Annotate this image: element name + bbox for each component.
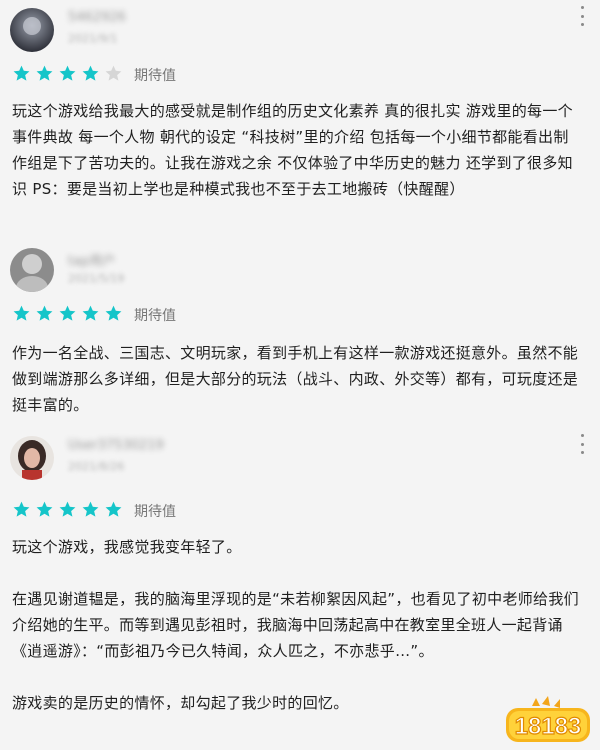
review-header: tap用户 2021/5/19 xyxy=(0,240,600,296)
avatar[interactable] xyxy=(10,436,54,480)
review-date: 2021/8/26 xyxy=(68,460,125,473)
star-filled-icon xyxy=(13,65,30,81)
rating-row: 期待值 xyxy=(0,298,600,334)
star-filled-icon xyxy=(13,305,30,321)
star-empty-icon xyxy=(105,65,122,81)
star-rating xyxy=(12,304,123,323)
star-filled-icon xyxy=(82,65,99,81)
review-paragraph: 玩这个游戏，我感觉我变年轻了。 xyxy=(12,538,242,556)
username[interactable]: User37530219 xyxy=(68,438,164,453)
review-paragraph: 作为一名全战、三国志、文明玩家，看到手机上有这样一款游戏还挺意外。虽然不能做到端… xyxy=(12,344,579,414)
star-rating xyxy=(12,64,123,83)
review-paragraph: 游戏卖的是历史的情怀，却勾起了我少时的回忆。 xyxy=(12,694,349,712)
avatar-image xyxy=(10,436,54,480)
star-filled-icon xyxy=(59,305,76,321)
username[interactable]: tap用户 xyxy=(68,250,115,269)
more-options-icon[interactable] xyxy=(578,6,586,26)
rating-label: 期待值 xyxy=(134,504,176,520)
review-content: 玩这个游戏，我感觉我变年轻了。 在遇见谢道韫是，我的脑海里浮现的是“未若柳絮因风… xyxy=(12,534,582,716)
star-filled-icon xyxy=(105,501,122,517)
review-card: tap用户 2021/5/19 期待值 作为一名全战、三国志、文明玩家，看到手机… xyxy=(0,240,600,418)
star-filled-icon xyxy=(36,65,53,81)
review-card: 5462926 2021/9/1 期待值 玩这个游戏给我最大的感受就是制作组的历… xyxy=(0,0,600,202)
review-paragraph: 在遇见谢道韫是，我的脑海里浮现的是“未若柳絮因风起”，也看见了初中老师给我们介绍… xyxy=(12,590,579,660)
avatar[interactable] xyxy=(10,8,54,52)
avatar[interactable] xyxy=(10,248,54,292)
star-filled-icon xyxy=(59,65,76,81)
username[interactable]: 5462926 xyxy=(68,10,126,25)
review-content: 作为一名全战、三国志、文明玩家，看到手机上有这样一款游戏还挺意外。虽然不能做到端… xyxy=(12,340,582,418)
review-header: 5462926 2021/9/1 xyxy=(0,0,600,56)
logo-graphic: 18183 xyxy=(506,696,590,742)
rating-row: 期待值 xyxy=(0,494,600,530)
star-filled-icon xyxy=(59,501,76,517)
star-filled-icon xyxy=(36,501,53,517)
rating-label: 期待值 xyxy=(134,308,176,324)
avatar-image xyxy=(10,248,54,292)
review-content: 玩这个游戏给我最大的感受就是制作组的历史文化素养 真的很扎实 游戏里的每一个事件… xyxy=(12,98,582,202)
review-paragraph: 玩这个游戏给我最大的感受就是制作组的历史文化素养 真的很扎实 游戏里的每一个事件… xyxy=(12,102,573,198)
avatar-image xyxy=(10,8,54,52)
star-filled-icon xyxy=(105,305,122,321)
review-card: User37530219 2021/8/26 期待值 玩这个游戏，我感觉我变年轻… xyxy=(0,428,600,716)
star-filled-icon xyxy=(36,305,53,321)
star-rating xyxy=(12,500,123,519)
star-filled-icon xyxy=(82,501,99,517)
rating-label: 期待值 xyxy=(134,68,176,84)
review-date: 2021/9/1 xyxy=(68,32,118,45)
more-options-icon[interactable] xyxy=(578,434,586,454)
review-date: 2021/5/19 xyxy=(68,272,125,285)
review-header: User37530219 2021/8/26 xyxy=(0,428,600,484)
star-filled-icon xyxy=(13,501,30,517)
site-logo: 18183 xyxy=(502,694,594,746)
logo-text: 18183 xyxy=(515,713,582,740)
star-filled-icon xyxy=(82,305,99,321)
rating-row: 期待值 xyxy=(0,58,600,94)
